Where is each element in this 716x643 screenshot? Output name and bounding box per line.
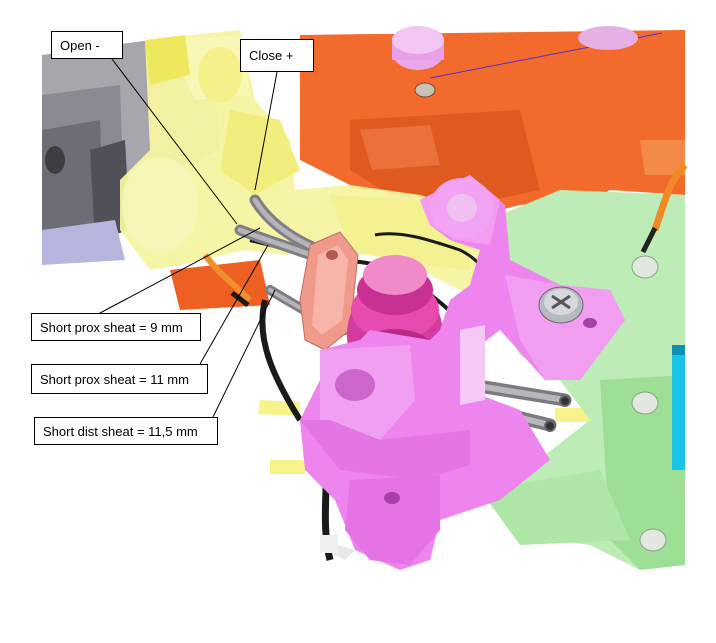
callout-open: Open - [51,31,123,59]
phillips-screw [538,286,584,324]
callout-short-prox-9mm: Short prox sheat = 9 mm [31,313,201,341]
callout-short-dist-11-5mm: Short dist sheat = 11,5 mm [34,417,218,445]
white-support [320,535,355,560]
callout-short-prox-11mm: Short prox sheat = 11 mm [31,364,208,394]
callout-close: Close + [240,39,314,72]
green-block [480,190,685,570]
